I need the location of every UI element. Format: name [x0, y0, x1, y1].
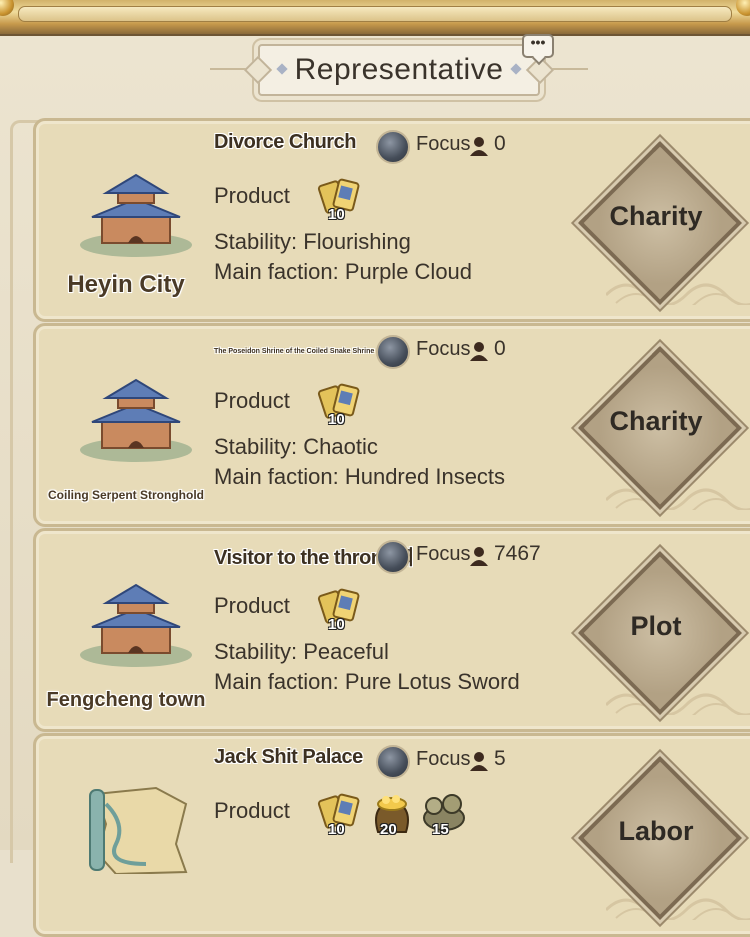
- title-plate: Representative: [258, 44, 540, 96]
- main-faction-text: Main faction: Hundred Insects: [214, 464, 506, 489]
- focus-label: Focus: [416, 133, 471, 155]
- holder-name: The Poseidon Shrine of the Coiled Snake …: [214, 348, 375, 355]
- focus-count: 0: [494, 337, 506, 360]
- product-item[interactable]: 20: [368, 788, 416, 838]
- product-item[interactable]: 10: [316, 378, 364, 428]
- focus-count: 7467: [494, 542, 541, 565]
- action-button[interactable]: Charity: [575, 138, 743, 306]
- stability-text: Stability: Flourishing: [214, 229, 411, 254]
- territory-card-1[interactable]: Heyin City Divorce Church Focus 0 Produc…: [33, 118, 750, 322]
- focus-label: Focus: [416, 543, 471, 565]
- stability-text: Stability: Chaotic: [214, 434, 378, 459]
- status-orb-icon[interactable]: [376, 745, 410, 779]
- city-name: Heyin City: [67, 271, 185, 298]
- corner-knob-right: [736, 0, 750, 16]
- item-quantity: 20: [380, 821, 397, 838]
- product-label: Product: [214, 183, 290, 208]
- item-quantity: 10: [328, 206, 345, 223]
- corner-knob-left: [0, 0, 14, 16]
- product-label: Product: [214, 388, 290, 413]
- item-quantity: 10: [328, 821, 345, 838]
- top-ornament-bar: [0, 0, 750, 36]
- main-faction-text: Main faction: Purple Cloud: [214, 259, 473, 284]
- product-item[interactable]: 15: [420, 788, 468, 838]
- status-orb-icon[interactable]: [376, 130, 410, 164]
- action-label: Charity: [609, 406, 703, 436]
- holder-name: Jack Shit Palace: [214, 746, 363, 768]
- city-name: Fengcheng town: [46, 689, 206, 711]
- focus-count: 0: [494, 132, 506, 155]
- action-label: Plot: [630, 611, 682, 641]
- item-quantity: 15: [432, 821, 449, 838]
- product-item[interactable]: 10: [316, 788, 364, 838]
- territory-card-2[interactable]: Coiling Serpent Stronghold The Poseidon …: [33, 323, 750, 527]
- map-scroll-icon: [76, 784, 196, 876]
- product-label: Product: [214, 593, 290, 618]
- action-button[interactable]: Labor: [575, 753, 743, 921]
- title-diamond-left: [276, 63, 288, 75]
- person-icon: [470, 137, 488, 156]
- territory-card-3[interactable]: Fengcheng town Visitor to the throne渊 Fo…: [33, 528, 750, 732]
- product-label: Product: [214, 798, 290, 823]
- stability-text: Stability: Peaceful: [214, 639, 389, 664]
- pagoda-icon: [76, 374, 196, 464]
- chat-icon[interactable]: •••: [522, 34, 554, 58]
- item-quantity: 10: [328, 616, 345, 633]
- main-faction-text: Main faction: Pure Lotus Sword: [214, 669, 520, 694]
- holder-name: Divorce Church: [214, 131, 356, 153]
- action-button[interactable]: Charity: [575, 343, 743, 511]
- product-item[interactable]: 10: [316, 583, 364, 633]
- focus-label: Focus: [416, 748, 471, 770]
- focus-label: Focus: [416, 338, 471, 360]
- action-label: Labor: [618, 816, 694, 846]
- pagoda-icon: [76, 579, 196, 669]
- city-name: Coiling Serpent Stronghold: [48, 488, 204, 502]
- person-icon: [470, 342, 488, 361]
- person-icon: [470, 752, 488, 771]
- product-item[interactable]: 10: [316, 173, 364, 223]
- title-diamond-right: [510, 63, 522, 75]
- person-icon: [470, 547, 488, 566]
- focus-count: 5: [494, 747, 506, 770]
- status-orb-icon[interactable]: [376, 540, 410, 574]
- action-label: Charity: [609, 201, 703, 231]
- top-ornament-rail: [18, 6, 732, 22]
- pagoda-icon: [76, 169, 196, 259]
- action-button[interactable]: Plot: [575, 548, 743, 716]
- item-quantity: 10: [328, 411, 345, 428]
- status-orb-icon[interactable]: [376, 335, 410, 369]
- page-title: Representative: [294, 53, 504, 86]
- territory-card-4[interactable]: Jack Shit Palace Focus 5 Product 10 20 15 …: [33, 733, 750, 937]
